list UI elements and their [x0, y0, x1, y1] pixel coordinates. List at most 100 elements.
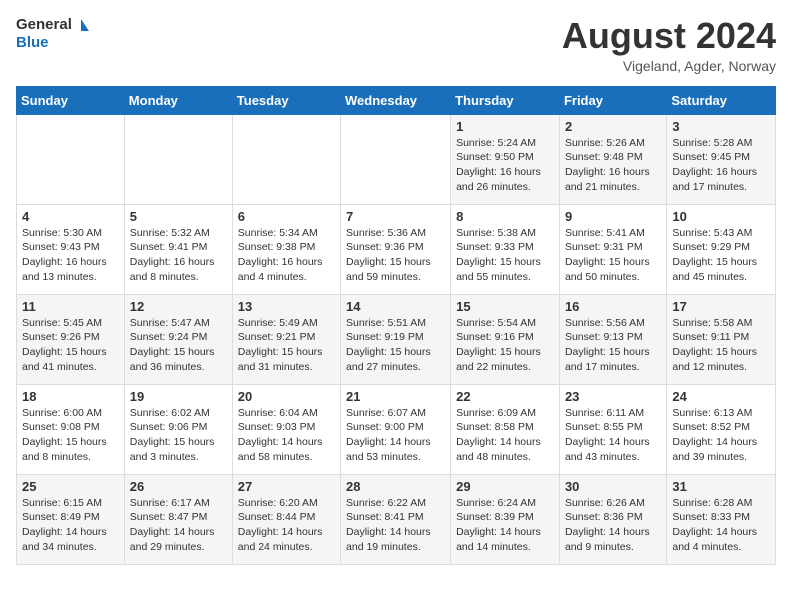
day-number: 6 — [238, 209, 335, 224]
day-number: 22 — [456, 389, 554, 404]
day-info: Sunrise: 6:11 AM Sunset: 8:55 PM Dayligh… — [565, 406, 661, 465]
day-number: 26 — [130, 479, 227, 494]
weekday-header-row: SundayMondayTuesdayWednesdayThursdayFrid… — [17, 86, 776, 114]
day-number: 31 — [672, 479, 770, 494]
day-info: Sunrise: 6:28 AM Sunset: 8:33 PM Dayligh… — [672, 496, 770, 555]
day-info: Sunrise: 5:32 AM Sunset: 9:41 PM Dayligh… — [130, 226, 227, 285]
day-number: 13 — [238, 299, 335, 314]
day-number: 28 — [346, 479, 445, 494]
day-info: Sunrise: 6:15 AM Sunset: 8:49 PM Dayligh… — [22, 496, 119, 555]
day-info: Sunrise: 6:04 AM Sunset: 9:03 PM Dayligh… — [238, 406, 335, 465]
calendar-cell: 10 Sunrise: 5:43 AM Sunset: 9:29 PM Dayli… — [667, 204, 776, 294]
day-info: Sunrise: 6:17 AM Sunset: 8:47 PM Dayligh… — [130, 496, 227, 555]
weekday-header-monday: Monday — [124, 86, 232, 114]
calendar-cell: 15 Sunrise: 5:54 AM Sunset: 9:16 PM Dayli… — [451, 294, 560, 384]
day-number: 11 — [22, 299, 119, 314]
logo: General Blue — [16, 16, 90, 52]
day-number: 20 — [238, 389, 335, 404]
day-number: 19 — [130, 389, 227, 404]
day-number: 8 — [456, 209, 554, 224]
day-info: Sunrise: 6:00 AM Sunset: 9:08 PM Dayligh… — [22, 406, 119, 465]
day-info: Sunrise: 6:07 AM Sunset: 9:00 PM Dayligh… — [346, 406, 445, 465]
day-number: 3 — [672, 119, 770, 134]
day-number: 17 — [672, 299, 770, 314]
calendar-cell: 5 Sunrise: 5:32 AM Sunset: 9:41 PM Daylig… — [124, 204, 232, 294]
calendar-cell: 27Sunrise: 6:20 AM Sunset: 8:44 PM Dayli… — [232, 474, 340, 564]
day-info: Sunrise: 5:24 AM Sunset: 9:50 PM Dayligh… — [456, 136, 554, 195]
calendar-cell: 4 Sunrise: 5:30 AM Sunset: 9:43 PM Daylig… — [17, 204, 125, 294]
calendar-week-row: 4 Sunrise: 5:30 AM Sunset: 9:43 PM Daylig… — [17, 204, 776, 294]
day-info: Sunrise: 5:36 AM Sunset: 9:36 PM Dayligh… — [346, 226, 445, 285]
calendar-cell: 29 Sunrise: 6:24 AM Sunset: 8:39 PM Dayli… — [451, 474, 560, 564]
calendar-cell: 21 Sunrise: 6:07 AM Sunset: 9:00 PM Dayli… — [341, 384, 451, 474]
calendar-cell: 25Sunrise: 6:15 AM Sunset: 8:49 PM Dayli… — [17, 474, 125, 564]
calendar-cell: 23Sunrise: 6:11 AM Sunset: 8:55 PM Dayli… — [559, 384, 666, 474]
day-number: 4 — [22, 209, 119, 224]
calendar-cell: 14Sunrise: 5:51 AM Sunset: 9:19 PM Dayli… — [341, 294, 451, 384]
day-info: Sunrise: 6:13 AM Sunset: 8:52 PM Dayligh… — [672, 406, 770, 465]
day-info: Sunrise: 5:30 AM Sunset: 9:43 PM Dayligh… — [22, 226, 119, 285]
calendar-cell: 30Sunrise: 6:26 AM Sunset: 8:36 PM Dayli… — [559, 474, 666, 564]
month-year-title: August 2024 — [562, 16, 776, 56]
day-number: 14 — [346, 299, 445, 314]
day-number: 15 — [456, 299, 554, 314]
calendar-week-row: 11 Sunrise: 5:45 AM Sunset: 9:26 PM Dayli… — [17, 294, 776, 384]
title-block: August 2024 Vigeland, Agder, Norway — [562, 16, 776, 74]
calendar-table: SundayMondayTuesdayWednesdayThursdayFrid… — [16, 86, 776, 565]
calendar-cell: 20 Sunrise: 6:04 AM Sunset: 9:03 PM Dayli… — [232, 384, 340, 474]
day-info: Sunrise: 6:09 AM Sunset: 8:58 PM Dayligh… — [456, 406, 554, 465]
day-info: Sunrise: 5:38 AM Sunset: 9:33 PM Dayligh… — [456, 226, 554, 285]
weekday-header-thursday: Thursday — [451, 86, 560, 114]
calendar-body: 1 Sunrise: 5:24 AM Sunset: 9:50 PM Daylig… — [17, 114, 776, 564]
day-info: Sunrise: 5:56 AM Sunset: 9:13 PM Dayligh… — [565, 316, 661, 375]
day-info: Sunrise: 5:54 AM Sunset: 9:16 PM Dayligh… — [456, 316, 554, 375]
calendar-week-row: 1 Sunrise: 5:24 AM Sunset: 9:50 PM Daylig… — [17, 114, 776, 204]
day-info: Sunrise: 6:24 AM Sunset: 8:39 PM Dayligh… — [456, 496, 554, 555]
calendar-cell: 24 Sunrise: 6:13 AM Sunset: 8:52 PM Dayli… — [667, 384, 776, 474]
calendar-cell: 3Sunrise: 5:28 AM Sunset: 9:45 PM Daylig… — [667, 114, 776, 204]
calendar-cell: 19 Sunrise: 6:02 AM Sunset: 9:06 PM Dayli… — [124, 384, 232, 474]
day-number: 21 — [346, 389, 445, 404]
calendar-cell: 7 Sunrise: 5:36 AM Sunset: 9:36 PM Daylig… — [341, 204, 451, 294]
day-number: 29 — [456, 479, 554, 494]
weekday-header-sunday: Sunday — [17, 86, 125, 114]
day-number: 27 — [238, 479, 335, 494]
calendar-cell: 18 Sunrise: 6:00 AM Sunset: 9:08 PM Dayli… — [17, 384, 125, 474]
calendar-cell — [124, 114, 232, 204]
calendar-cell: 31 Sunrise: 6:28 AM Sunset: 8:33 PM Dayli… — [667, 474, 776, 564]
day-number: 5 — [130, 209, 227, 224]
calendar-cell: 12 Sunrise: 5:47 AM Sunset: 9:24 PM Dayli… — [124, 294, 232, 384]
day-number: 10 — [672, 209, 770, 224]
calendar-cell: 8 Sunrise: 5:38 AM Sunset: 9:33 PM Daylig… — [451, 204, 560, 294]
day-number: 30 — [565, 479, 661, 494]
calendar-cell — [232, 114, 340, 204]
calendar-cell: 11 Sunrise: 5:45 AM Sunset: 9:26 PM Dayli… — [17, 294, 125, 384]
calendar-cell: 9Sunrise: 5:41 AM Sunset: 9:31 PM Daylig… — [559, 204, 666, 294]
calendar-cell: 28 Sunrise: 6:22 AM Sunset: 8:41 PM Dayli… — [341, 474, 451, 564]
day-info: Sunrise: 5:49 AM Sunset: 9:21 PM Dayligh… — [238, 316, 335, 375]
calendar-cell — [341, 114, 451, 204]
calendar-week-row: 25Sunrise: 6:15 AM Sunset: 8:49 PM Dayli… — [17, 474, 776, 564]
calendar-cell: 13 Sunrise: 5:49 AM Sunset: 9:21 PM Dayli… — [232, 294, 340, 384]
day-number: 18 — [22, 389, 119, 404]
day-number: 1 — [456, 119, 554, 134]
day-number: 2 — [565, 119, 661, 134]
calendar-cell: 16Sunrise: 5:56 AM Sunset: 9:13 PM Dayli… — [559, 294, 666, 384]
day-info: Sunrise: 6:22 AM Sunset: 8:41 PM Dayligh… — [346, 496, 445, 555]
calendar-header: SundayMondayTuesdayWednesdayThursdayFrid… — [17, 86, 776, 114]
day-number: 12 — [130, 299, 227, 314]
day-info: Sunrise: 5:45 AM Sunset: 9:26 PM Dayligh… — [22, 316, 119, 375]
calendar-cell: 22 Sunrise: 6:09 AM Sunset: 8:58 PM Dayli… — [451, 384, 560, 474]
calendar-cell: 26 Sunrise: 6:17 AM Sunset: 8:47 PM Dayli… — [124, 474, 232, 564]
day-info: Sunrise: 5:47 AM Sunset: 9:24 PM Dayligh… — [130, 316, 227, 375]
weekday-header-wednesday: Wednesday — [341, 86, 451, 114]
calendar-cell: 6Sunrise: 5:34 AM Sunset: 9:38 PM Daylig… — [232, 204, 340, 294]
weekday-header-tuesday: Tuesday — [232, 86, 340, 114]
day-info: Sunrise: 6:02 AM Sunset: 9:06 PM Dayligh… — [130, 406, 227, 465]
calendar-cell — [17, 114, 125, 204]
calendar-cell: 1 Sunrise: 5:24 AM Sunset: 9:50 PM Daylig… — [451, 114, 560, 204]
day-number: 24 — [672, 389, 770, 404]
day-number: 7 — [346, 209, 445, 224]
day-info: Sunrise: 5:43 AM Sunset: 9:29 PM Dayligh… — [672, 226, 770, 285]
location-subtitle: Vigeland, Agder, Norway — [562, 58, 776, 74]
